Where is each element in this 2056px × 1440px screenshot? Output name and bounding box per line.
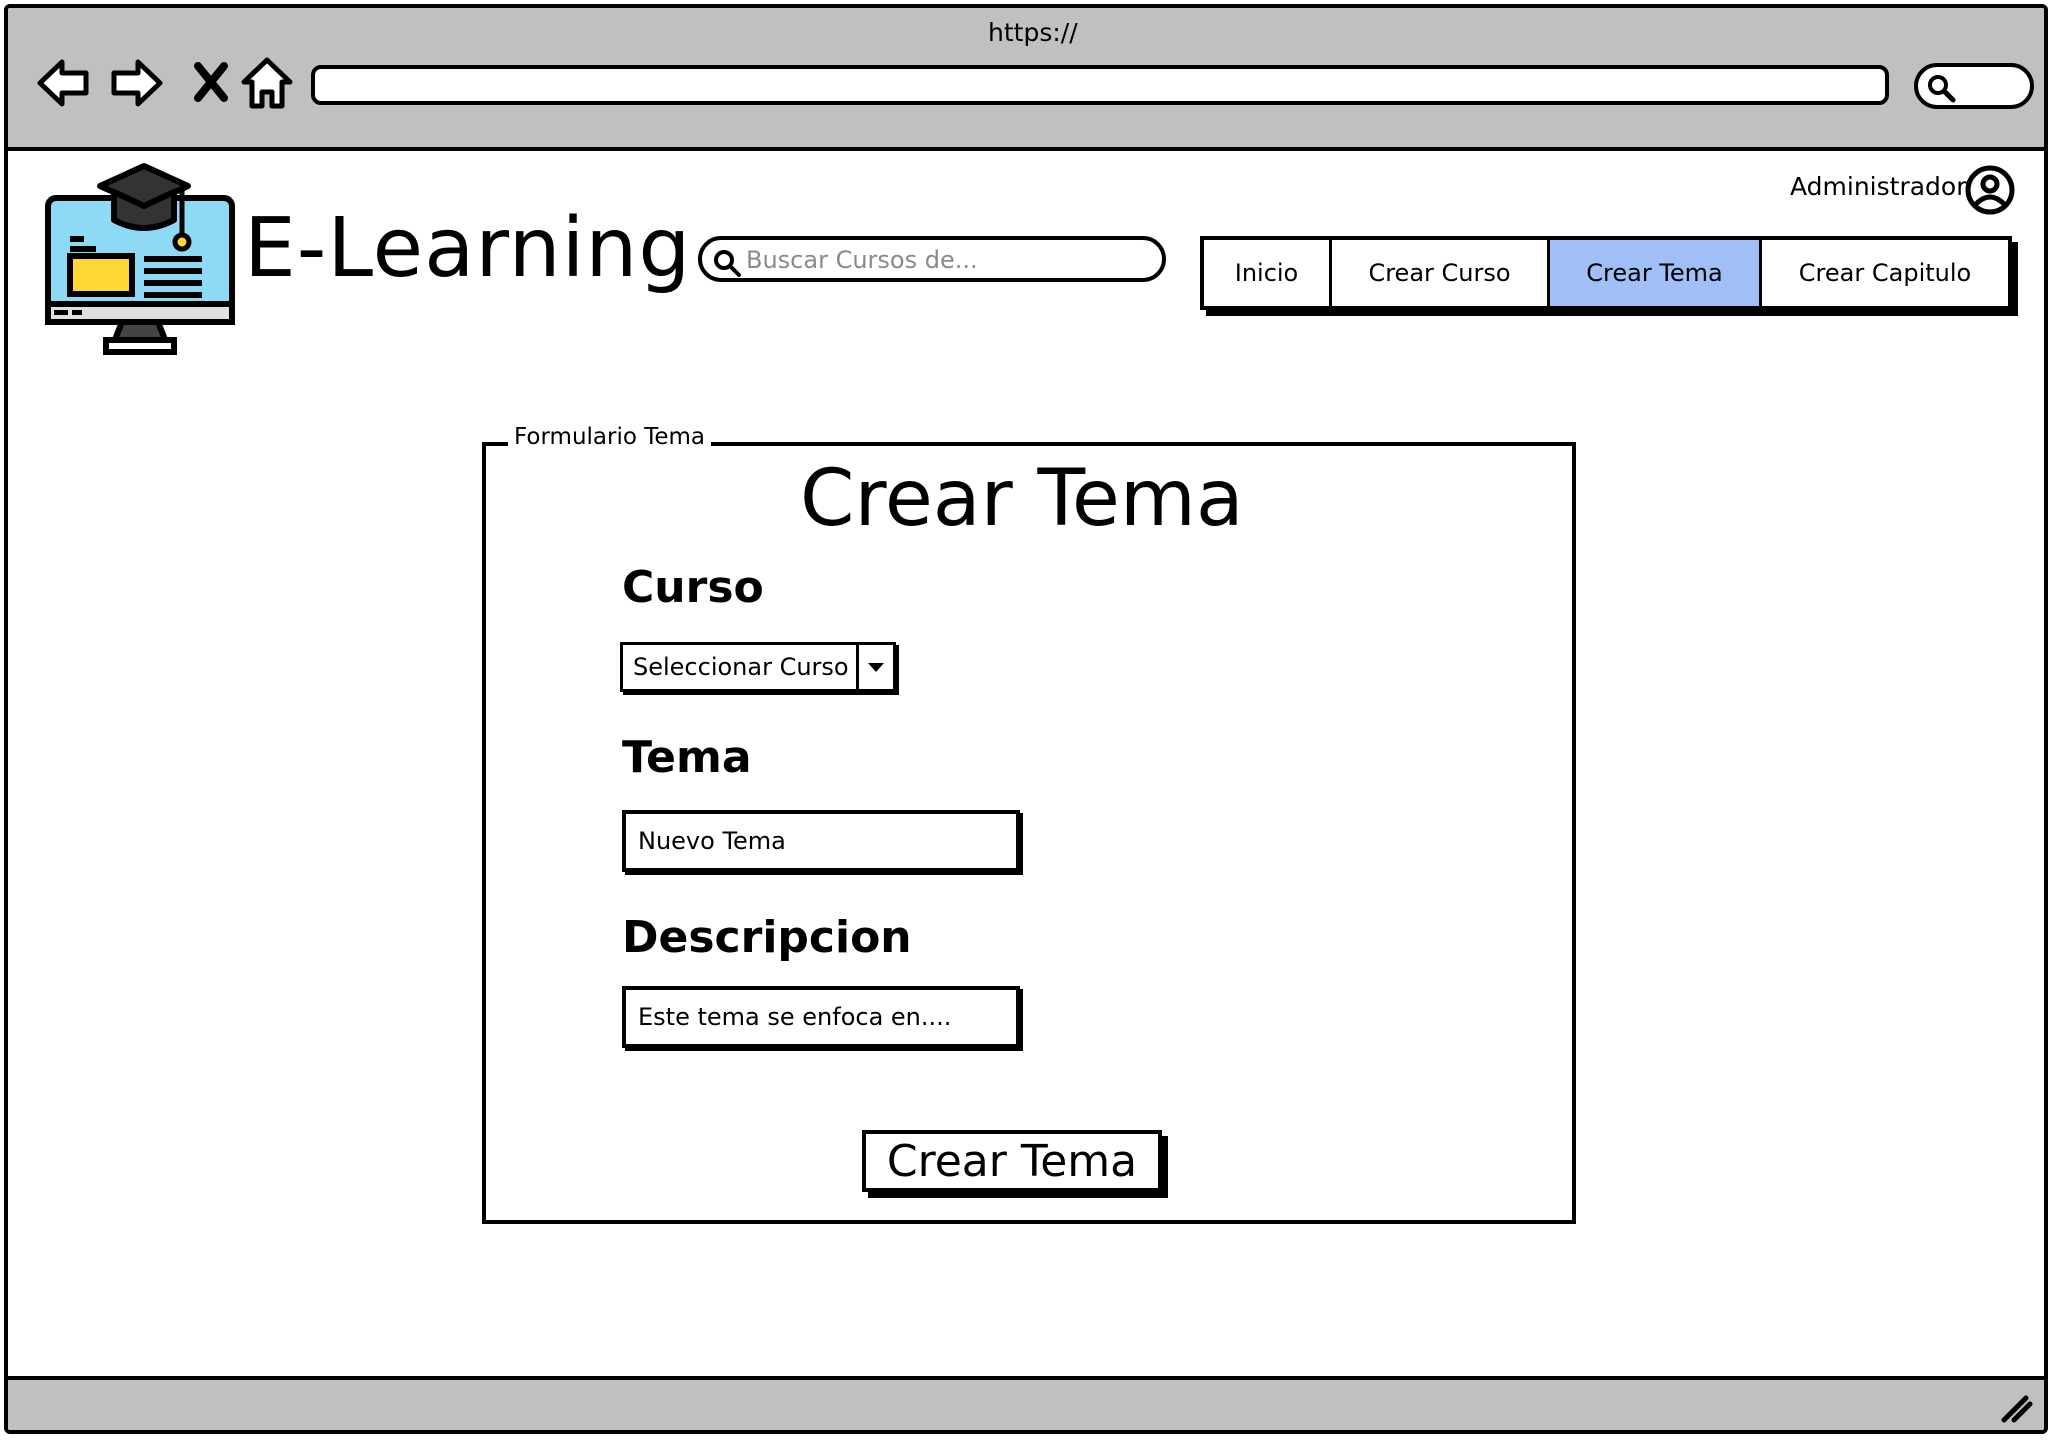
chevron-down-icon bbox=[868, 663, 884, 672]
close-icon[interactable] bbox=[180, 52, 242, 114]
curso-select[interactable]: Seleccionar Curso bbox=[620, 642, 896, 692]
course-search[interactable] bbox=[698, 236, 1166, 282]
form-title: Crear Tema bbox=[800, 454, 1244, 544]
user-avatar-icon[interactable] bbox=[1964, 164, 2016, 216]
e-learning-logo-icon bbox=[45, 163, 235, 355]
home-icon[interactable] bbox=[236, 52, 298, 114]
search-icon bbox=[1928, 75, 1956, 103]
brand-title: E-Learning bbox=[244, 201, 692, 296]
url-label: https:// bbox=[988, 18, 1078, 47]
status-bar bbox=[8, 1376, 2044, 1430]
tab-crear-tema[interactable]: Crear Tema bbox=[1550, 240, 1762, 306]
select-arrow[interactable] bbox=[856, 645, 893, 689]
back-icon[interactable] bbox=[34, 52, 96, 114]
descripcion-input[interactable] bbox=[622, 986, 1020, 1048]
crear-tema-button[interactable]: Crear Tema bbox=[862, 1130, 1162, 1192]
address-bar[interactable] bbox=[311, 65, 1889, 105]
main-nav-tabs: Inicio Crear Curso Crear Tema Crear Capi… bbox=[1200, 236, 2012, 310]
curso-label: Curso bbox=[622, 562, 764, 613]
curso-select-value: Seleccionar Curso bbox=[633, 653, 849, 681]
forward-icon[interactable] bbox=[104, 52, 166, 114]
user-name[interactable]: Administrador bbox=[1790, 172, 1967, 201]
course-search-input[interactable] bbox=[744, 244, 1148, 276]
tema-input[interactable] bbox=[622, 810, 1020, 872]
browser-toolbar: https:// bbox=[8, 8, 2044, 151]
tab-crear-curso[interactable]: Crear Curso bbox=[1332, 240, 1550, 306]
tab-crear-capitulo[interactable]: Crear Capitulo bbox=[1762, 240, 2008, 306]
descripcion-label: Descripcion bbox=[622, 912, 912, 963]
browser-search-box[interactable] bbox=[1914, 63, 2034, 109]
tema-label: Tema bbox=[622, 732, 752, 783]
search-icon bbox=[714, 250, 741, 277]
form-legend: Formulario Tema bbox=[508, 424, 712, 452]
resize-handle-icon[interactable] bbox=[1996, 1386, 2036, 1426]
tab-inicio[interactable]: Inicio bbox=[1204, 240, 1332, 306]
